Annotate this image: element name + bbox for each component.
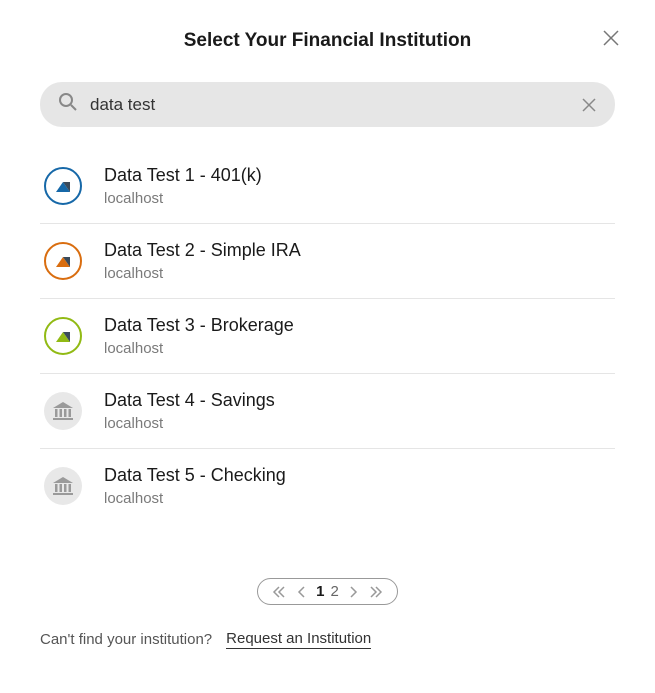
page-numbers: 12	[316, 583, 339, 600]
result-item[interactable]: Data Test 2 - Simple IRA localhost	[40, 224, 615, 299]
modal-footer: Can't find your institution? Request an …	[40, 630, 615, 649]
result-name: Data Test 4 - Savings	[104, 390, 275, 411]
chevron-double-left-icon	[272, 585, 286, 599]
result-domain: localhost	[104, 340, 294, 357]
mountain-icon	[44, 242, 82, 280]
institution-modal: Select Your Financial Institution Data T…	[0, 0, 655, 679]
result-item[interactable]: Data Test 5 - Checking localhost	[40, 449, 615, 523]
page-number[interactable]: 1	[316, 583, 324, 600]
result-name: Data Test 5 - Checking	[104, 465, 286, 486]
next-page-button[interactable]	[349, 585, 359, 599]
result-text: Data Test 1 - 401(k) localhost	[104, 165, 262, 207]
result-text: Data Test 2 - Simple IRA localhost	[104, 240, 301, 282]
bank-icon	[44, 467, 82, 505]
result-item[interactable]: Data Test 1 - 401(k) localhost	[40, 149, 615, 224]
chevron-left-icon	[296, 585, 306, 599]
footer-prompt: Can't find your institution?	[40, 631, 212, 648]
clear-search-button[interactable]	[581, 97, 597, 113]
mountain-icon	[44, 167, 82, 205]
first-page-button[interactable]	[272, 585, 286, 599]
bank-icon	[44, 392, 82, 430]
result-text: Data Test 5 - Checking localhost	[104, 465, 286, 507]
result-domain: localhost	[104, 190, 262, 207]
chevron-double-right-icon	[369, 585, 383, 599]
result-text: Data Test 4 - Savings localhost	[104, 390, 275, 432]
close-icon	[602, 29, 620, 47]
chevron-right-icon	[349, 585, 359, 599]
result-domain: localhost	[104, 415, 275, 432]
last-page-button[interactable]	[369, 585, 383, 599]
mountain-icon	[44, 317, 82, 355]
page-number[interactable]: 2	[331, 583, 339, 600]
pagination-controls: 12	[257, 578, 398, 605]
result-name: Data Test 3 - Brokerage	[104, 315, 294, 336]
result-item[interactable]: Data Test 3 - Brokerage localhost	[40, 299, 615, 374]
pagination: 12	[40, 578, 615, 605]
search-input[interactable]	[90, 95, 581, 115]
close-icon	[581, 97, 597, 113]
search-bar	[40, 82, 615, 127]
modal-header: Select Your Financial Institution	[40, 30, 615, 52]
results-list: Data Test 1 - 401(k)localhostData Test 2…	[40, 149, 615, 523]
prev-page-button[interactable]	[296, 585, 306, 599]
result-domain: localhost	[104, 490, 286, 507]
request-institution-link[interactable]: Request an Institution	[226, 630, 371, 649]
search-icon	[58, 92, 78, 117]
result-text: Data Test 3 - Brokerage localhost	[104, 315, 294, 357]
close-button[interactable]	[599, 26, 623, 50]
result-domain: localhost	[104, 265, 301, 282]
modal-title: Select Your Financial Institution	[184, 30, 472, 52]
result-name: Data Test 1 - 401(k)	[104, 165, 262, 186]
result-name: Data Test 2 - Simple IRA	[104, 240, 301, 261]
result-item[interactable]: Data Test 4 - Savings localhost	[40, 374, 615, 449]
